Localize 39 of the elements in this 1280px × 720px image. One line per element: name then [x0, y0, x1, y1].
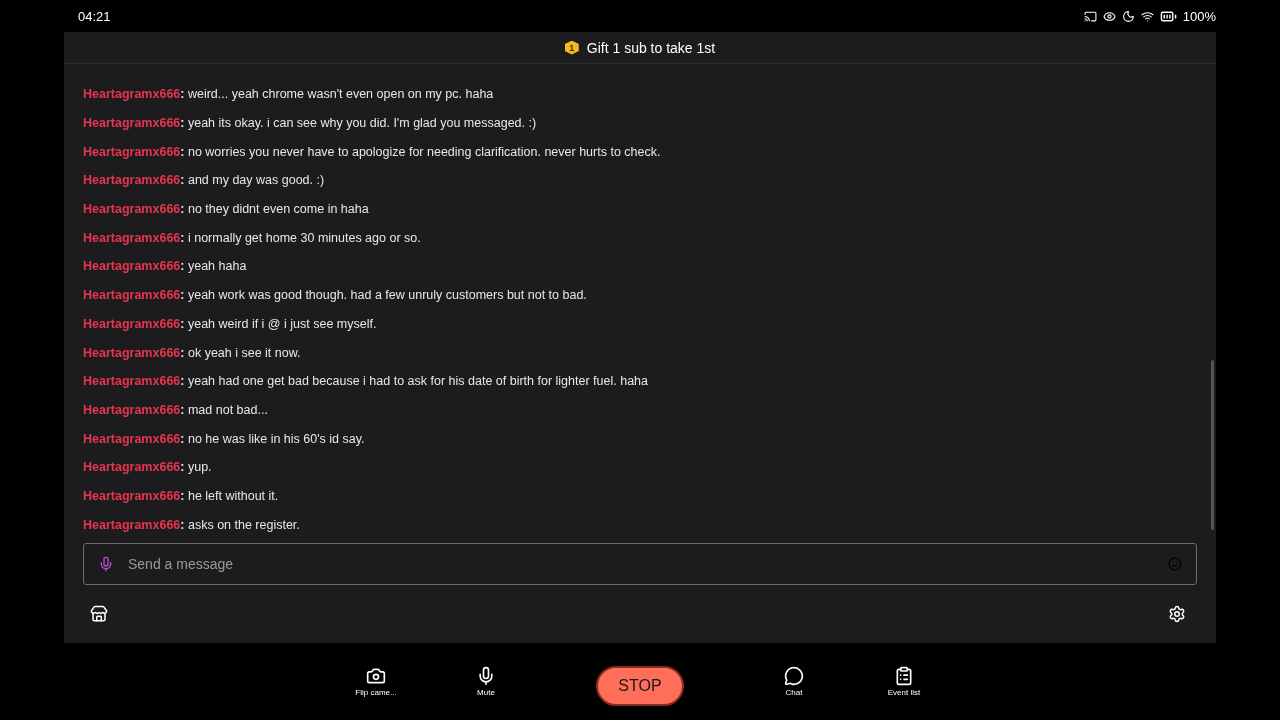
chat-message: Heartagramx666: weird... yeah chrome wasn't even open on my pc. haha: [83, 86, 495, 104]
chat-message: Heartagramx666: no worries you never have to apologize for needing clarification. never hurts to check.: [83, 143, 662, 161]
list-icon: [894, 666, 914, 686]
rank-badge: 1: [564, 40, 579, 55]
chat-message: Heartagramx666: yeah its okay. i can see why you did. I'm glad you messaged. :): [83, 115, 538, 133]
clock-text: 04:21: [78, 8, 111, 24]
chat-message: Heartagramx666: yup.: [83, 459, 213, 477]
chat-message: Heartagramx666: i normally get home 30 minutes ago or so.: [83, 229, 422, 247]
scrollbar-thumb[interactable]: [1211, 360, 1214, 530]
chat-message: Heartagramx666: no he was like in his 60's id say.: [83, 430, 366, 448]
message-input[interactable]: Send a message: [126, 555, 1156, 573]
chat-message: Heartagramx666: and my day was good. :): [83, 172, 326, 190]
cast-icon: [1083, 9, 1097, 23]
list-tool-button[interactable]: Event list: [844, 666, 964, 697]
camera-tool-button[interactable]: Flip came...: [316, 666, 436, 697]
chat-message: Heartagramx666: no they didnt even come in haha: [83, 201, 370, 219]
chat-message: Heartagramx666: yeah work was good though. had a few unruly customers but not to bad.: [83, 287, 588, 305]
chat-tool-button[interactable]: Chat: [744, 666, 844, 697]
chat-icon: [784, 666, 804, 686]
eye-icon: [1102, 9, 1116, 23]
wifi-icon: [1140, 9, 1154, 23]
chat-message: Heartagramx666: yeah had one get bad because i had to ask for his date of birth for lighter fuel. haha: [83, 373, 649, 391]
settings-icon[interactable]: [1168, 605, 1186, 623]
battery-percent: 100%: [1182, 8, 1216, 24]
chat-message: Heartagramx666: he left without it.: [83, 487, 280, 505]
chat-message: Heartagramx666: asks on the register.: [83, 516, 301, 534]
chat-message: Heartagramx666: yeah haha: [83, 258, 248, 276]
banner-text: Gift 1 sub to take 1st: [586, 39, 716, 56]
chat-message: Heartagramx666: ok yeah i see it now.: [83, 344, 302, 362]
camera-icon: [366, 666, 386, 686]
chat-message: Heartagramx666: mad not bad...: [83, 401, 269, 419]
mic-tool-button[interactable]: Mute: [436, 666, 536, 697]
store-icon[interactable]: [90, 605, 108, 623]
chat-message: Heartagramx666: yeah weird if i @ i just see myself.: [83, 315, 378, 333]
mic-icon: [476, 666, 496, 686]
stop-button[interactable]: STOP: [596, 665, 684, 706]
moon-icon: [1121, 9, 1135, 23]
microphone-icon[interactable]: [98, 556, 114, 572]
message-field[interactable]: Send a message: [83, 543, 1197, 585]
